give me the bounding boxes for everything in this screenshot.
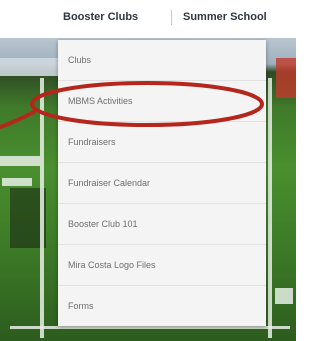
field-marking: [0, 156, 40, 166]
nav-item-booster-clubs[interactable]: Booster Clubs: [63, 11, 138, 23]
menu-item-mbms-activities[interactable]: MBMS Activities: [58, 81, 266, 122]
menu-item-booster-club-101[interactable]: Booster Club 101: [58, 204, 266, 245]
menu-item-mira-costa-logo-files[interactable]: Mira Costa Logo Files: [58, 245, 266, 286]
menu-item-label: MBMS Activities: [68, 96, 133, 106]
stadium-building: [0, 58, 60, 76]
menu-item-fundraisers[interactable]: Fundraisers: [58, 122, 266, 163]
nav-separator: [171, 10, 172, 25]
field-line: [40, 78, 44, 338]
menu-item-label: Forms: [68, 301, 94, 311]
nav-item-summer-school[interactable]: Summer School: [183, 11, 267, 23]
top-navigation: Booster Clubs Summer School: [0, 0, 296, 38]
booster-clubs-dropdown: Clubs MBMS Activities Fundraisers Fundra…: [58, 40, 266, 326]
field-marking: [2, 178, 32, 186]
menu-item-fundraiser-calendar[interactable]: Fundraiser Calendar: [58, 163, 266, 204]
field-structure: [276, 58, 296, 98]
menu-item-clubs[interactable]: Clubs: [58, 40, 266, 81]
menu-item-label: Mira Costa Logo Files: [68, 260, 156, 270]
menu-item-label: Clubs: [68, 55, 92, 65]
menu-item-forms[interactable]: Forms: [58, 286, 266, 327]
menu-item-label: Fundraisers: [68, 137, 116, 147]
menu-item-label: Fundraiser Calendar: [68, 178, 151, 188]
field-marking: [275, 288, 293, 304]
field-line: [268, 78, 272, 338]
menu-item-label: Booster Club 101: [68, 219, 138, 229]
